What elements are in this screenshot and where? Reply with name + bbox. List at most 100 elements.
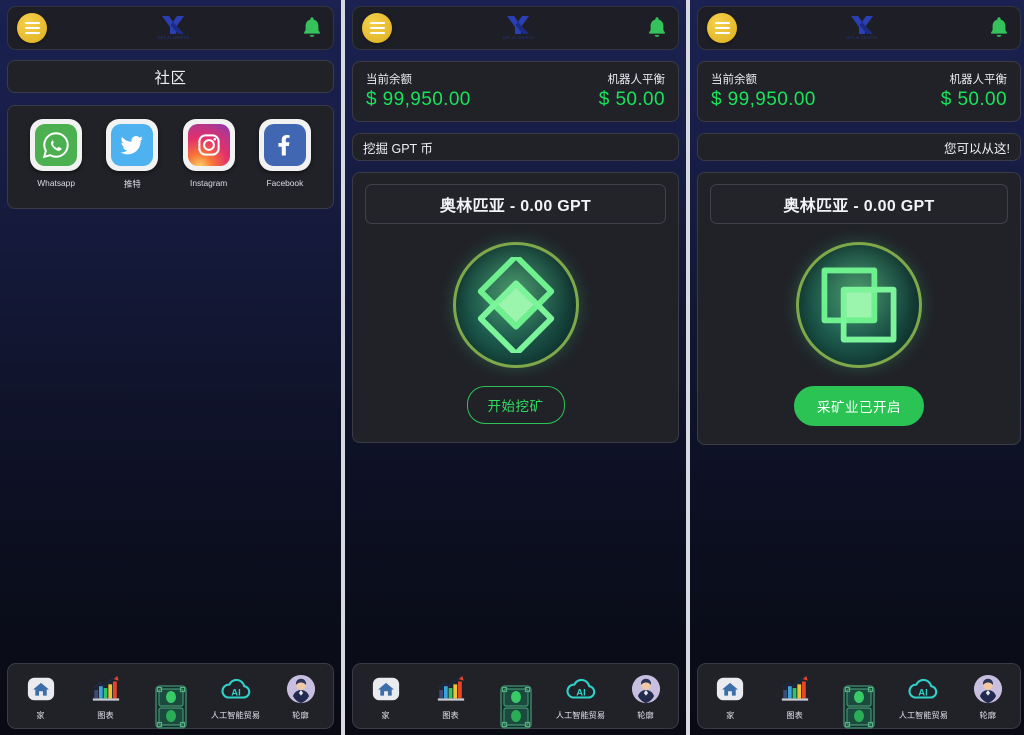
logo-x-icon [507, 16, 530, 35]
brand-subtitle: GPT AI CRYPTO [502, 36, 535, 41]
panel-mining-idle: GPT AI CRYPTO 当前余额 $ 99,950.00 机器人平衡 $ 5… [345, 0, 686, 735]
social-label: Facebook [266, 178, 304, 188]
app-header: GPT AI CRYPTO [697, 6, 1021, 50]
nav-label: 轮廓 [292, 711, 309, 720]
bell-icon[interactable] [987, 15, 1011, 41]
svg-text:AI: AI [919, 688, 928, 699]
nav-label: 家 [726, 711, 735, 720]
nav-item-mining[interactable] [140, 685, 202, 729]
social-label: Whatsapp [37, 178, 75, 188]
nav-item-ai-trade[interactable]: AI 人工智能贸易 [892, 672, 954, 721]
nav-item-charts[interactable]: 图表 [420, 672, 482, 721]
social-links-card: Whatsapp 推特 Instagram Facebook [7, 105, 334, 209]
svg-text:AI: AI [231, 688, 240, 699]
twitter-tile [106, 119, 159, 171]
profile-avatar-icon [286, 672, 316, 706]
svg-text:AI: AI [576, 688, 585, 699]
home-icon [26, 672, 56, 706]
nav-label: 人工智能贸易 [210, 711, 261, 720]
nav-label: 人工智能贸易 [555, 711, 606, 720]
nav-label: 图表 [786, 711, 803, 720]
facebook-tile [258, 119, 311, 171]
current-balance-label: 当前余额 [366, 74, 412, 86]
bell-icon[interactable] [300, 15, 324, 41]
marquee-text: 您可以从这! [944, 141, 1010, 156]
ai-cloud-icon: AI [219, 672, 253, 706]
brand-logo: GPT AI CRYPTO [503, 15, 534, 41]
logo-x-icon [162, 16, 185, 35]
facebook-icon [263, 124, 306, 166]
bot-balance-value: $ 50.00 [598, 89, 665, 110]
app-header: GPT AI CRYPTO [7, 6, 334, 50]
mining-card: 奥林匹亚 - 0.00 GPT 开始挖矿 [352, 172, 679, 443]
bot-balance-label: 机器人平衡 [607, 74, 666, 86]
panel-mining-active: GPT AI CRYPTO 当前余额 $ 99,950.00 机器人平衡 $ 5… [690, 0, 1024, 735]
money-stack-icon [836, 682, 882, 732]
bar-chart-icon [90, 672, 122, 706]
hamburger-icon[interactable] [707, 13, 737, 43]
coin-title-text: 奥林匹亚 - 0.00 GPT [439, 198, 592, 215]
profile-avatar-icon [973, 672, 1003, 706]
start-mining-button[interactable]: 开始挖矿 [466, 386, 565, 424]
social-link-facebook[interactable]: Facebook [254, 119, 316, 190]
bell-icon[interactable] [645, 15, 669, 41]
marquee-banner: 挖掘 GPT 币 [352, 133, 679, 161]
nav-item-home[interactable]: 家 [355, 672, 417, 721]
social-link-whatsapp[interactable]: Whatsapp [25, 119, 87, 190]
nav-label: 轮廓 [637, 711, 654, 720]
bar-chart-icon [779, 672, 811, 706]
nav-label: 家 [36, 711, 45, 720]
nav-label: 轮廓 [979, 711, 996, 720]
nav-item-ai-trade[interactable]: AI 人工智能贸易 [550, 672, 612, 721]
brand-subtitle: GPT AI CRYPTO [846, 36, 878, 41]
mining-active-button[interactable]: 采矿业已开启 [794, 386, 924, 426]
page-title: 社区 [154, 69, 187, 87]
bot-balance-value: $ 50.00 [940, 89, 1007, 110]
balance-card: 当前余额 $ 99,950.00 机器人平衡 $ 50.00 [352, 61, 679, 122]
coin-title-text: 奥林匹亚 - 0.00 GPT [783, 198, 935, 215]
whatsapp-tile [30, 119, 83, 171]
bottom-nav: 家 图表 AI 人工智能贸易 轮廓 [7, 663, 334, 729]
brand-subtitle: GPT AI CRYPTO [157, 36, 190, 41]
gpt-coin-icon[interactable] [796, 242, 922, 368]
social-label: 推特 [124, 179, 141, 189]
social-label: Instagram [190, 178, 228, 188]
marquee-banner: 您可以从这! [697, 133, 1021, 161]
nav-item-home[interactable]: 家 [10, 672, 72, 721]
home-icon [371, 672, 401, 706]
nav-item-profile[interactable]: 轮廓 [270, 672, 332, 721]
money-stack-icon [493, 682, 539, 732]
nav-label: 图表 [442, 711, 459, 720]
hamburger-icon[interactable] [362, 13, 392, 43]
brand-logo: GPT AI CRYPTO [846, 15, 877, 41]
gpt-coin-icon[interactable] [452, 242, 579, 368]
money-stack-icon [148, 682, 194, 732]
nav-item-charts[interactable]: 图表 [75, 672, 137, 721]
mining-card: 奥林匹亚 - 0.00 GPT 采矿业已开启 [697, 172, 1021, 445]
brand-logo: GPT AI CRYPTO [158, 15, 189, 41]
instagram-tile [182, 119, 235, 171]
nav-item-ai-trade[interactable]: AI 人工智能贸易 [205, 672, 267, 721]
nav-label: 人工智能贸易 [898, 711, 948, 720]
coin-title-box: 奥林匹亚 - 0.00 GPT [710, 184, 1008, 224]
nav-label: 家 [381, 711, 390, 720]
nav-item-home[interactable]: 家 [699, 672, 761, 721]
balance-card: 当前余额 $ 99,950.00 机器人平衡 $ 50.00 [697, 61, 1021, 122]
nav-item-charts[interactable]: 图表 [764, 672, 826, 721]
nav-item-profile[interactable]: 轮廓 [615, 672, 677, 721]
nav-item-profile[interactable]: 轮廓 [957, 672, 1019, 721]
panel-community: GPT AI CRYPTO 社区 Whatsapp 推特 Instagram F… [0, 0, 341, 735]
home-icon [715, 672, 745, 706]
hamburger-icon[interactable] [17, 13, 47, 43]
nav-label: 图表 [97, 711, 114, 720]
current-balance-value: $ 99,950.00 [711, 89, 816, 110]
bar-chart-icon [435, 672, 467, 706]
bottom-nav: 家 图表 AI 人工智能贸易 轮廓 [697, 663, 1021, 729]
nav-item-mining[interactable] [485, 685, 547, 729]
marquee-text: 挖掘 GPT 币 [363, 141, 433, 156]
social-link-twitter[interactable]: 推特 [101, 119, 163, 190]
whatsapp-icon [35, 124, 78, 166]
social-link-instagram[interactable]: Instagram [178, 119, 240, 190]
nav-item-mining[interactable] [828, 685, 890, 729]
ai-cloud-icon: AI [906, 672, 940, 706]
